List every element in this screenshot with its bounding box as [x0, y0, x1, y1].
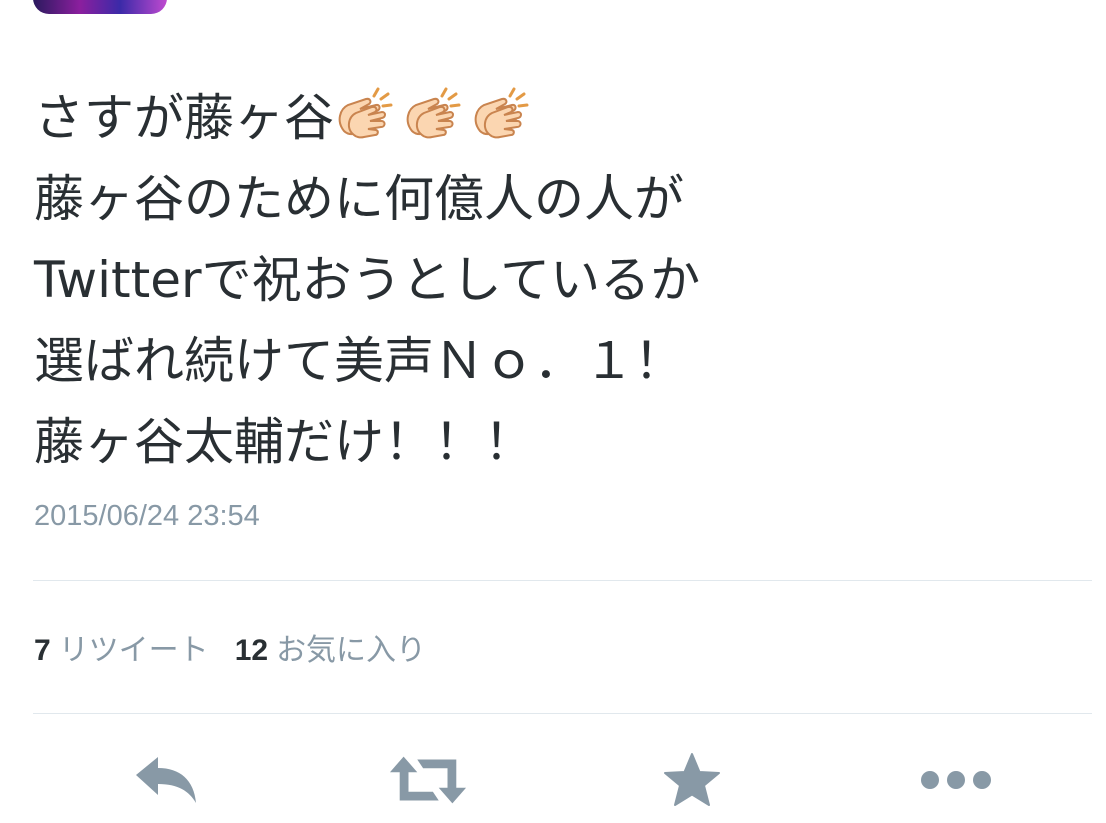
clapping-hands-icon — [474, 87, 529, 139]
tweet-stats: 7 リツイート 12 お気に入り — [34, 625, 426, 669]
tweet-text: さすが藤ヶ谷 藤ヶ谷のために何億人の人が Twitterで祝おうとしているか 選… — [34, 78, 1074, 483]
favorite-stat[interactable]: 12 お気に入り — [235, 633, 426, 668]
tweet-line-5: 藤ヶ谷太輔だけ！！！ — [34, 413, 534, 471]
retweet-icon — [389, 756, 467, 804]
favorite-button[interactable] — [652, 748, 732, 812]
clap-emoji-group — [334, 87, 538, 147]
reply-icon — [136, 757, 196, 803]
tweet-line-3: Twitterで祝おうとしているか — [34, 251, 701, 309]
clapping-hands-icon — [338, 87, 393, 139]
tweet-line-1: さすが藤ヶ谷 — [34, 78, 1074, 159]
retweet-stat[interactable]: 7 リツイート — [34, 633, 209, 668]
more-icon — [921, 771, 991, 789]
retweet-count: 7 — [34, 634, 51, 667]
favorite-count: 12 — [234, 634, 269, 667]
tweet-line-4: 選ばれ続けて美声Ｎｏ．１！ — [34, 332, 684, 390]
star-icon — [664, 753, 720, 806]
tweet-timestamp: 2015/06/24 23:54 — [34, 500, 260, 532]
tweet-line-2: 藤ヶ谷のために何億人の人が — [34, 170, 684, 228]
more-button[interactable] — [916, 748, 996, 812]
clapping-hands-icon — [406, 87, 461, 139]
divider — [33, 713, 1092, 714]
avatar[interactable] — [33, 0, 167, 14]
retweet-label: リツイート — [58, 633, 209, 668]
retweet-button[interactable] — [388, 748, 468, 812]
divider — [33, 580, 1092, 581]
favorite-label: お気に入り — [276, 633, 427, 668]
reply-button[interactable] — [126, 748, 206, 812]
tweet-line-1-text: さすが藤ヶ谷 — [34, 89, 334, 147]
